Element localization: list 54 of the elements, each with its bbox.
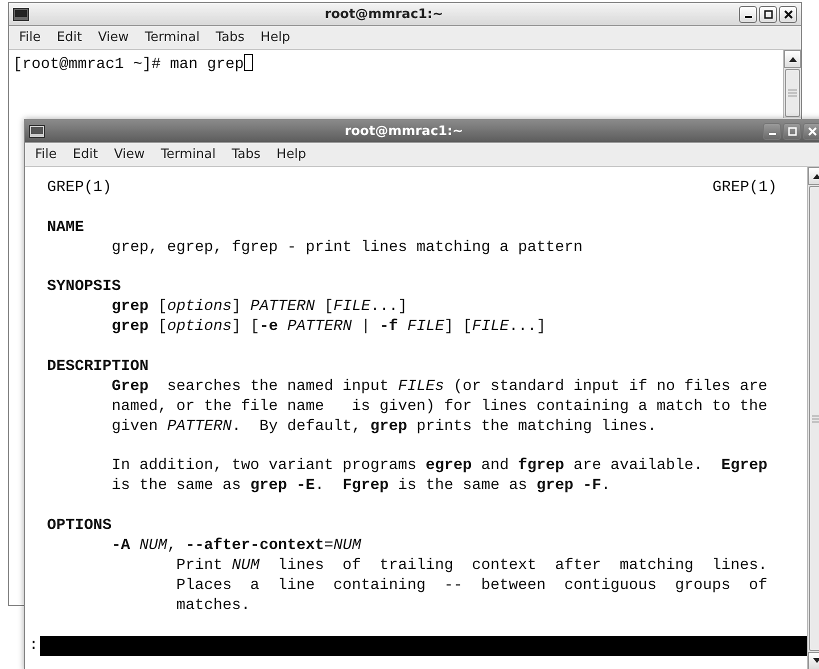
menu-item[interactable]: Edit [56,30,82,45]
menu-item[interactable]: Terminal [160,147,216,162]
minimize-icon [744,16,752,18]
minimize-icon [768,133,776,135]
terminal-icon [13,8,29,20]
up-arrow-icon [788,56,796,62]
maximize-icon [764,10,772,18]
menu-item[interactable]: File [19,30,41,45]
page-header: GREP(1) [47,178,112,198]
pager-prompt: : [29,636,38,656]
close-icon [808,126,816,136]
text-cursor [244,54,253,71]
section-heading: SYNOPSIS [47,277,121,298]
menu-item[interactable]: Terminal [144,30,200,45]
menu-item[interactable]: View [114,147,145,162]
menu-item[interactable]: File [35,147,57,162]
scrollbar[interactable] [783,50,801,118]
menu-item[interactable]: Tabs [216,30,245,45]
scroll-up-button[interactable] [784,50,801,68]
grip-icon [812,414,819,422]
minimize-button[interactable] [739,6,757,22]
section-heading: DESCRIPTION [47,357,149,377]
text-line: matches. [176,596,250,614]
up-arrow-icon [812,173,819,179]
window-title: root@mmrac1:~ [344,124,464,138]
close-button[interactable] [779,6,797,22]
menu-item[interactable]: View [98,30,129,45]
text-line: Places a line containing -- between contiguous groups of [176,576,768,594]
text-line: -A NUM, --after-context=NUM [112,536,362,554]
text-line: grep [options] [-e PATTERN | -f FILE] [FILE...] [112,317,546,336]
section-heading: NAME [47,218,84,238]
text-line: Print NUM lines of trailing context after matching lines. [176,556,768,574]
window-title: root@mmrac1:~ [324,6,444,22]
text-line: is the same as grep -E. Fgrep is the same as grep -F. [112,476,610,494]
text-line: named, or the file name is given) for lines containing a match to the [112,396,768,415]
scroll-thumb[interactable] [785,69,800,117]
section-heading: OPTIONS [47,516,112,536]
maximize-icon [788,126,796,136]
down-arrow-icon [812,658,819,664]
close-icon [784,10,792,18]
terminal-icon [29,124,45,138]
text-line: grep, egrep, fgrep - print lines matching a pattern [112,238,583,256]
menu-item[interactable]: Tabs [232,147,261,162]
text-line: grep [options] PATTERN [FILE...] [112,297,408,316]
command-line: [root@mmrac1 ~]# man grep [13,55,244,73]
grip-icon [788,89,797,97]
text-line: Grep searches the named input FILEs (or standard input if no files are [112,376,768,395]
page-header: GREP(1) [712,178,777,198]
menu-item[interactable]: Edit [72,147,98,162]
text-line: In addition, two variant programs egrep and fgrep are available. Egrep [112,456,768,474]
menu-item[interactable]: Help [260,30,290,45]
maximize-button[interactable] [759,6,777,22]
menu-item[interactable]: Help [276,147,306,162]
text-line: given PATTERN. By default, grep prints the matching lines. [112,416,657,435]
